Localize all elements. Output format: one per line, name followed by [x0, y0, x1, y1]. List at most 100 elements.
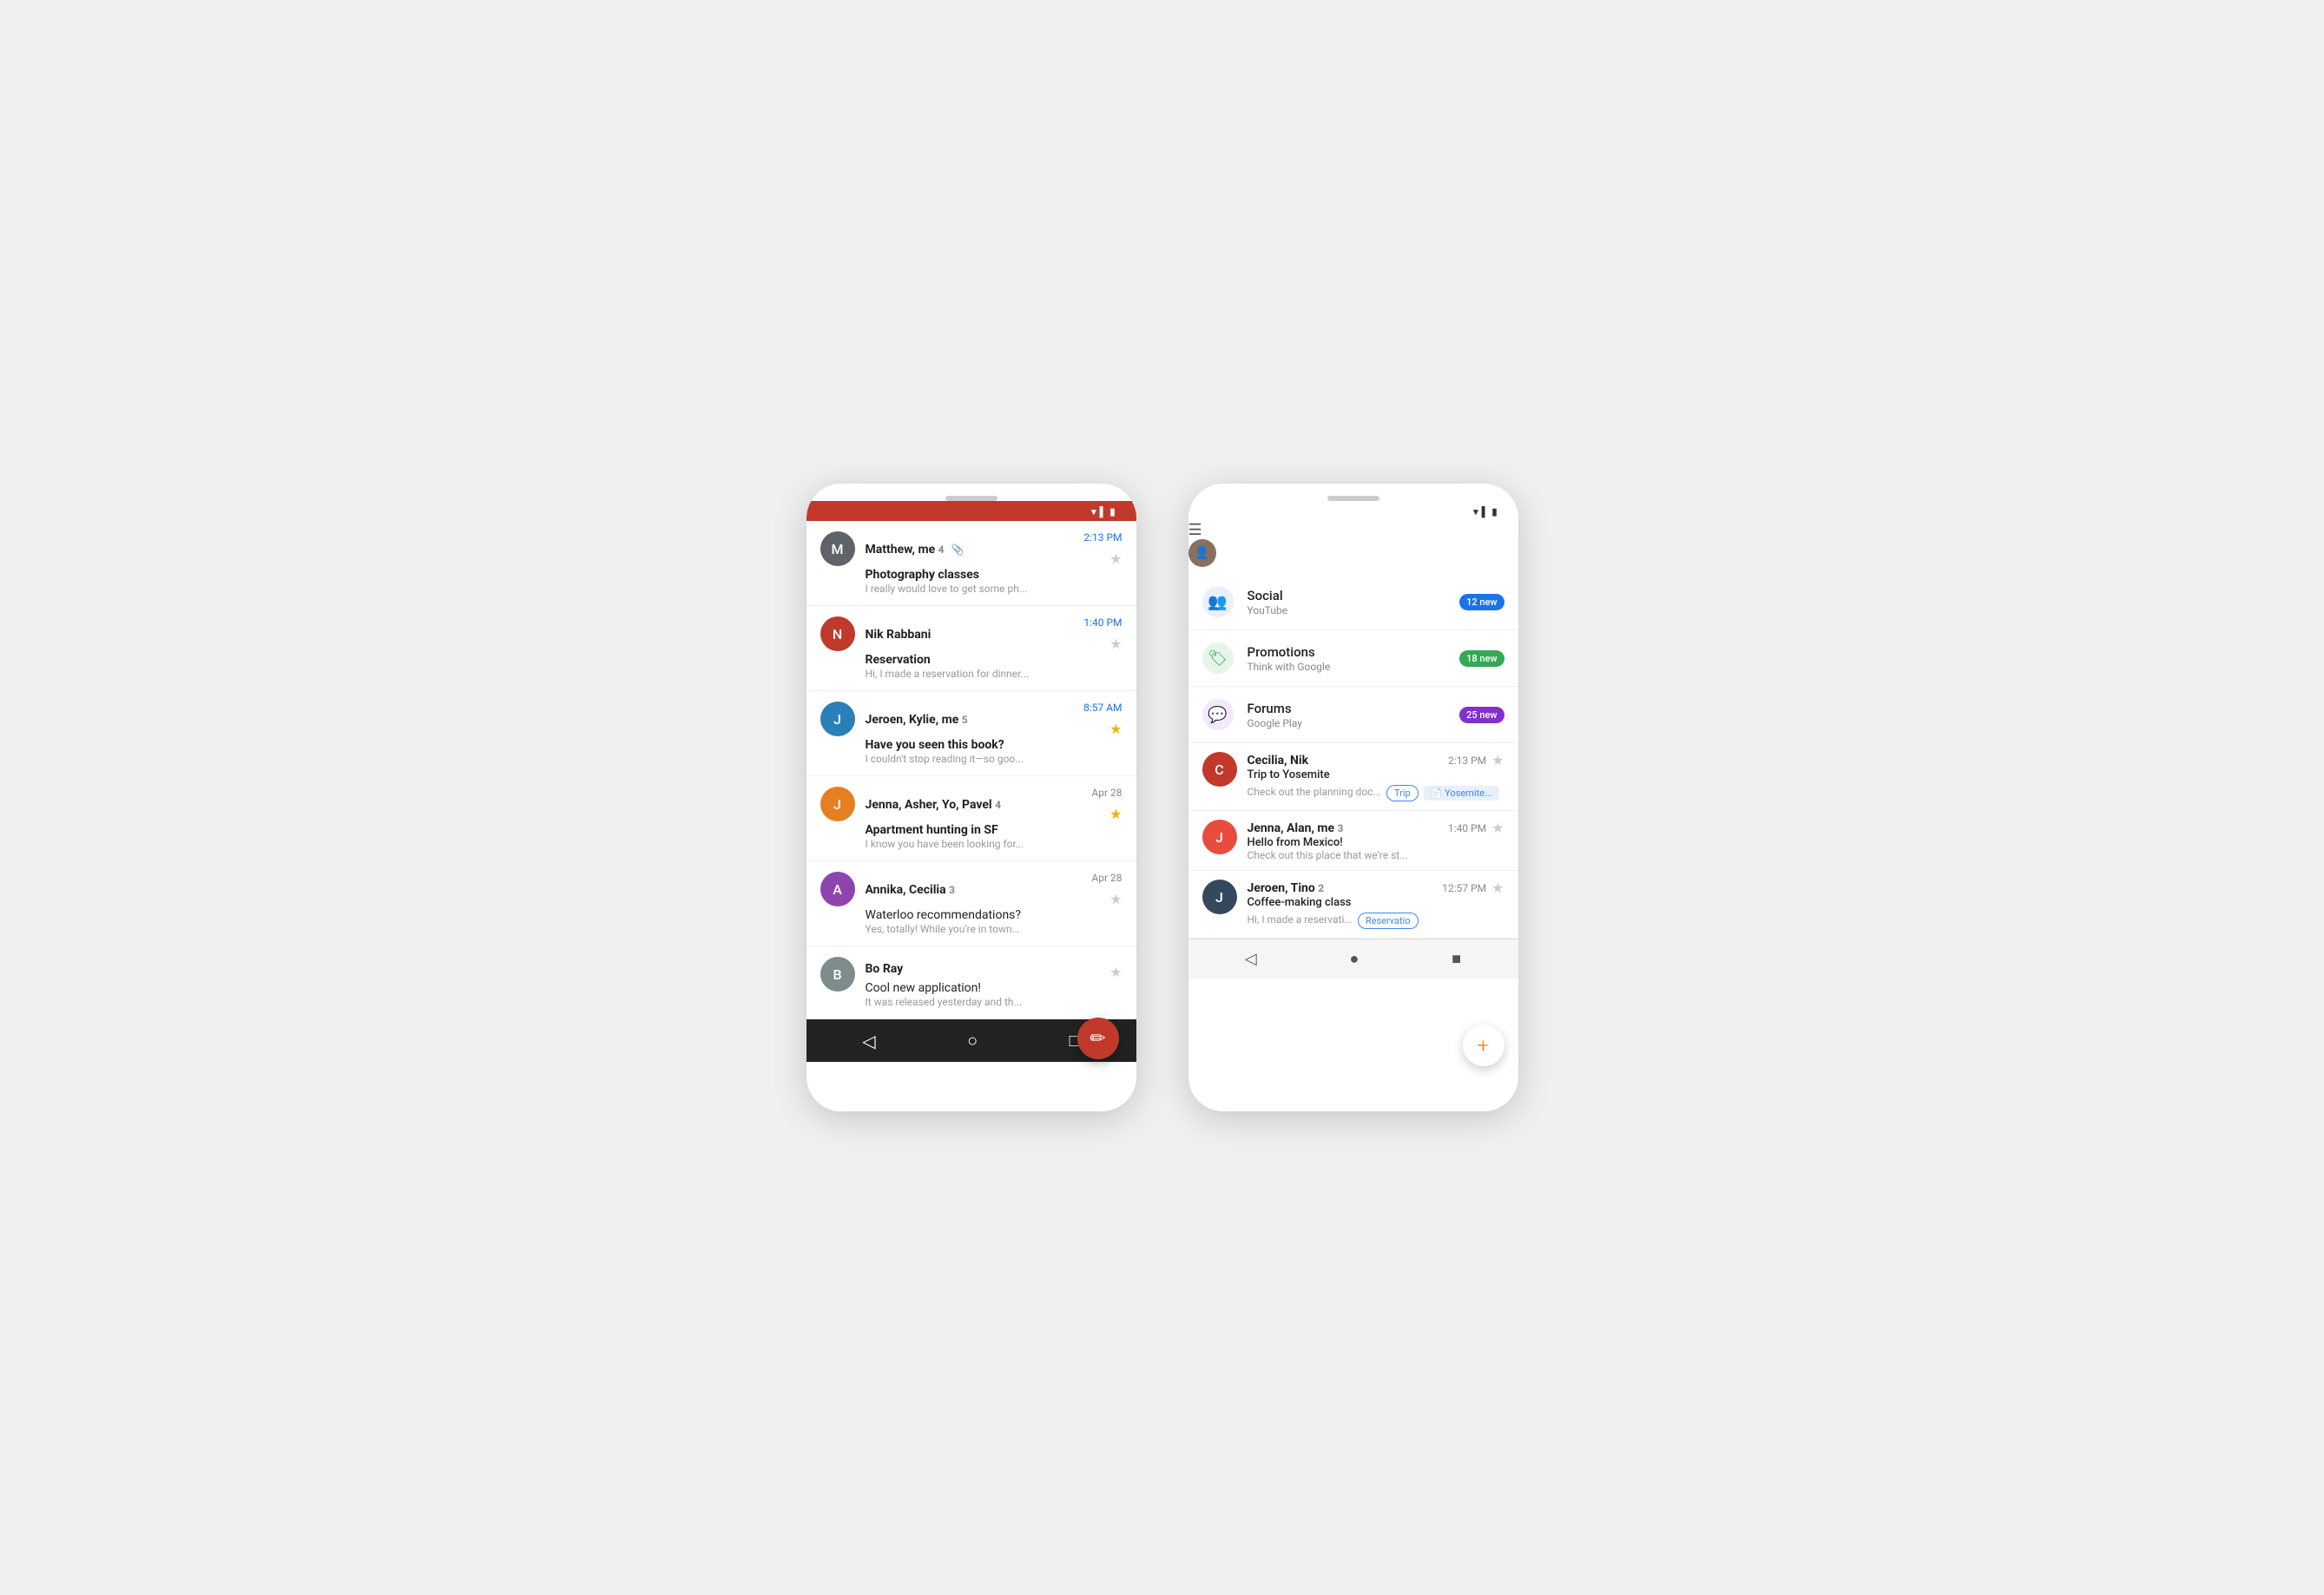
- email-subject: Apartment hunting in SF: [866, 823, 1122, 837]
- email-right: 8:57 AM ★: [1076, 702, 1122, 737]
- email-item-primary[interactable]: J Jeroen, Tino 2 12:57 PM ★ Coffee-makin…: [1188, 871, 1518, 939]
- email-preview: I really would love to get some ph...: [866, 583, 1057, 595]
- category-info: Forums Google Play: [1248, 701, 1446, 729]
- email-header: Nik Rabbani 1:40 PM ★: [866, 616, 1122, 652]
- attachment-icon: 📎: [951, 544, 964, 556]
- category-sub: Google Play: [1248, 717, 1446, 729]
- email-item[interactable]: N Nik Rabbani 1:40 PM ★ Reservation Hi, …: [806, 606, 1136, 691]
- email-content: Cecilia, Nik 2:13 PM ★ Trip to Yosemite …: [1248, 752, 1504, 801]
- star-icon[interactable]: ★: [1109, 550, 1122, 567]
- email-subject: Hello from Mexico!: [1248, 836, 1504, 849]
- email-sender: Matthew, me 4: [866, 543, 945, 557]
- email-header: Jenna, Asher, Yo, Pavel 4 Apr 28 ★: [866, 787, 1122, 822]
- search-bar[interactable]: ☰ 👤: [1188, 521, 1518, 567]
- battery-icon-2: ▮: [1491, 506, 1497, 517]
- category-item-promotions[interactable]: 🏷 Promotions Think with Google 18 new: [1188, 630, 1518, 687]
- star-icon[interactable]: ★: [1491, 880, 1504, 896]
- category-info: Promotions Think with Google: [1248, 644, 1446, 673]
- status-bar-1: ▾ ▌ ▮: [806, 501, 1136, 521]
- email-item[interactable]: B Bo Ray ★ Cool new application! It was …: [806, 946, 1136, 1019]
- email-sender: Jeroen, Tino 2: [1248, 881, 1325, 895]
- email-header: Annika, Cecilia 3 Apr 28 ★: [866, 872, 1122, 907]
- compose-icon: ✏: [1090, 1028, 1105, 1050]
- compose-fab-2[interactable]: +: [1463, 1025, 1504, 1066]
- home-button-2[interactable]: ●: [1350, 950, 1360, 968]
- email-content: Jenna, Alan, me 3 1:40 PM ★ Hello from M…: [1248, 820, 1504, 861]
- email-item[interactable]: A Annika, Cecilia 3 Apr 28 ★ Waterloo re…: [806, 861, 1136, 946]
- compose-fab[interactable]: ✏: [1077, 1018, 1119, 1059]
- email-right: 2:13 PM ★: [1076, 531, 1122, 567]
- email-content: Jenna, Asher, Yo, Pavel 4 Apr 28 ★ Apart…: [866, 787, 1122, 850]
- email-time: Apr 28: [1091, 872, 1122, 884]
- compose-icon-2: +: [1478, 1033, 1490, 1058]
- email-time: 8:57 AM: [1083, 702, 1122, 714]
- category-item-social[interactable]: 👥 Social YouTube 12 new: [1188, 574, 1518, 630]
- star-icon[interactable]: ★: [1491, 752, 1504, 768]
- email-content: Matthew, me 4 📎 2:13 PM ★ Photography cl…: [866, 531, 1122, 595]
- email-list-2: C Cecilia, Nik 2:13 PM ★ Trip to Yosemit…: [1188, 743, 1518, 939]
- avatar: M: [820, 531, 855, 566]
- email-sender: Annika, Cecilia 3: [866, 883, 955, 897]
- home-button[interactable]: ○: [967, 1030, 978, 1051]
- nav-bar-2: ◁ ● ■: [1188, 939, 1518, 979]
- star-icon[interactable]: ★: [1109, 806, 1122, 822]
- email-item-primary[interactable]: C Cecilia, Nik 2:13 PM ★ Trip to Yosemit…: [1188, 743, 1518, 811]
- email-content: Bo Ray ★ Cool new application! It was re…: [866, 957, 1122, 1008]
- battery-icon: ▮: [1109, 506, 1115, 517]
- email-chip[interactable]: Trip: [1386, 785, 1419, 801]
- back-button[interactable]: ◁: [862, 1031, 875, 1051]
- email-right: ★: [1109, 957, 1122, 980]
- email-list: M Matthew, me 4 📎 2:13 PM ★ Photography …: [806, 521, 1136, 1019]
- email-sender: Jenna, Asher, Yo, Pavel 4: [866, 798, 1002, 812]
- category-info: Social YouTube: [1248, 588, 1446, 616]
- category-name: Social: [1248, 588, 1446, 603]
- category-list: 👥 Social YouTube 12 new 🏷 Promotions Thi…: [1188, 574, 1518, 743]
- email-preview: I couldn't stop reading it—so goo...: [866, 753, 1057, 765]
- signal-icon: ▌: [1100, 506, 1107, 517]
- email-chip[interactable]: Reservatio: [1358, 913, 1419, 929]
- avatar: C: [1202, 752, 1237, 787]
- email-preview: It was released yesterday and th...: [866, 996, 1057, 1008]
- email-item[interactable]: J Jenna, Asher, Yo, Pavel 4 Apr 28 ★ Apa…: [806, 776, 1136, 861]
- phone2-body: ☰ 👤 👥 Social YouTube 12 new 🏷 Promotions…: [1188, 521, 1518, 1111]
- email-sender: Cecilia, Nik: [1248, 754, 1309, 768]
- email-right: 1:40 PM ★: [1076, 616, 1122, 652]
- star-icon[interactable]: ★: [1109, 721, 1122, 737]
- email-time: 2:13 PM: [1448, 755, 1486, 767]
- email-subject: Have you seen this book?: [866, 738, 1122, 752]
- avatar: J: [820, 702, 855, 736]
- email-time: 12:57 PM: [1442, 882, 1486, 894]
- category-icon: 👥: [1202, 586, 1234, 617]
- email-header: Matthew, me 4 📎 2:13 PM ★: [866, 531, 1122, 567]
- email-item[interactable]: J Jeroen, Kylie, me 5 8:57 AM ★ Have you…: [806, 691, 1136, 776]
- email-header: Cecilia, Nik 2:13 PM ★: [1248, 752, 1504, 768]
- email-subject: Trip to Yosemite: [1248, 768, 1504, 781]
- status-bar-2: ▾ ▌ ▮: [1188, 501, 1518, 521]
- star-icon[interactable]: ★: [1491, 820, 1504, 836]
- category-badge: 12 new: [1459, 594, 1504, 610]
- email-time: Apr 28: [1091, 787, 1122, 799]
- user-avatar[interactable]: 👤: [1188, 539, 1216, 567]
- email-item-primary[interactable]: J Jenna, Alan, me 3 1:40 PM ★ Hello from…: [1188, 811, 1518, 871]
- email-subject: Reservation: [866, 653, 1122, 667]
- avatar: J: [1202, 820, 1237, 854]
- star-icon[interactable]: ★: [1109, 891, 1122, 907]
- email-doc-chip[interactable]: 📄 Yosemite...: [1424, 786, 1499, 801]
- email-header: Jenna, Alan, me 3 1:40 PM ★: [1248, 820, 1504, 836]
- email-preview: Check out the planning doc...: [1248, 786, 1381, 798]
- email-right: Apr 28 ★: [1084, 872, 1122, 907]
- menu-icon-2[interactable]: ☰: [1188, 521, 1202, 539]
- star-icon[interactable]: ★: [1109, 964, 1122, 980]
- avatar: J: [820, 787, 855, 821]
- recent-button-2[interactable]: ■: [1452, 950, 1461, 968]
- wifi-icon: ▾: [1091, 506, 1096, 517]
- category-badge: 25 new: [1459, 707, 1504, 723]
- star-icon[interactable]: ★: [1109, 636, 1122, 652]
- category-item-forums[interactable]: 💬 Forums Google Play 25 new: [1188, 687, 1518, 743]
- category-sub: Think with Google: [1248, 661, 1446, 673]
- back-button-2[interactable]: ◁: [1245, 950, 1257, 968]
- email-item[interactable]: M Matthew, me 4 📎 2:13 PM ★ Photography …: [806, 521, 1136, 606]
- avatar: B: [820, 957, 855, 992]
- email-content: Annika, Cecilia 3 Apr 28 ★ Waterloo reco…: [866, 872, 1122, 935]
- status-icons-1: ▾ ▌ ▮: [1091, 506, 1115, 517]
